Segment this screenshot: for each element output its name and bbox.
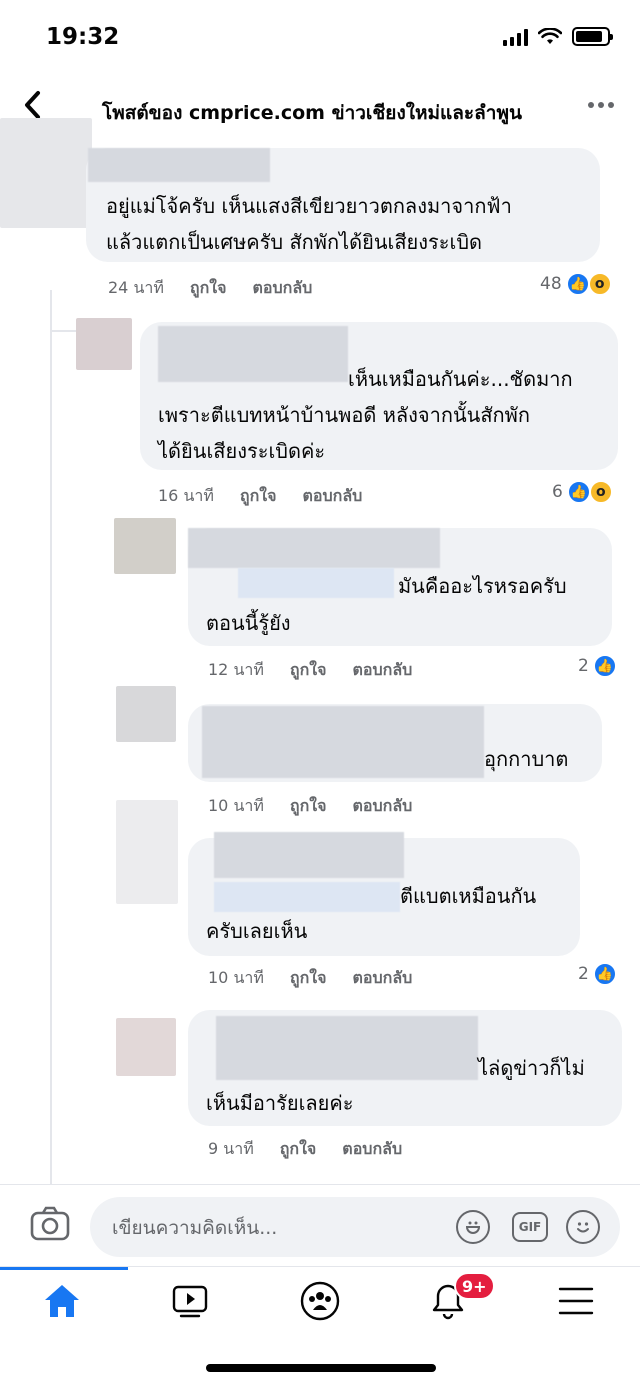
comment-input[interactable]: เขียนความคิดเห็น... GIF <box>90 1197 620 1257</box>
like-button[interactable]: ถูกใจ <box>190 276 227 301</box>
bottom-tab-bar <box>0 1266 640 1336</box>
camera-button[interactable] <box>30 1205 70 1241</box>
home-indicator <box>206 1364 436 1372</box>
page-title: โพสต์ของ cmprice.com ข่าวเชียงใหม่และลำพ… <box>102 102 522 124</box>
comment-text: เห็นมีอารัยเลยค่ะ <box>206 1091 354 1115</box>
avatar[interactable] <box>76 318 132 370</box>
comment-meta: 9 นาที ถูกใจ ตอบกลับ <box>208 1137 402 1162</box>
comment-text: อุกกาบาต <box>484 747 569 771</box>
more-options-button[interactable] <box>586 90 616 127</box>
comment-text: ได้ยินเสียงระเบิดค่ะ <box>158 439 326 463</box>
comment-composer: เขียนความคิดเห็น... GIF <box>0 1184 640 1268</box>
comment-meta: 16 นาที ถูกใจ ตอบกลับ <box>158 484 362 509</box>
redacted-name <box>214 832 404 878</box>
reaction-summary[interactable]: 6 👍 o <box>552 480 613 504</box>
like-reaction-icon: 👍 <box>592 962 617 986</box>
reaction-count: 2 <box>578 656 589 676</box>
comment-time: 10 นาที <box>208 796 264 815</box>
comment-time: 16 นาที <box>158 486 214 505</box>
sticker-button[interactable] <box>456 1210 490 1244</box>
comment-text: แล้วแตกเป็นเศษครับ สักพักได้ยินเสียงระเบ… <box>106 230 483 254</box>
reaction-summary[interactable]: 48 👍 o <box>540 272 612 296</box>
redacted-tag <box>238 568 394 598</box>
camera-icon <box>30 1206 70 1241</box>
comment-text: ตีแบตเหมือนกัน <box>400 884 537 908</box>
wifi-icon <box>538 27 562 44</box>
tab-menu[interactable] <box>556 1281 596 1321</box>
emoji-button[interactable] <box>566 1210 600 1244</box>
reaction-count: 2 <box>578 964 589 984</box>
comment-time: 9 นาที <box>208 1139 254 1158</box>
reply-button[interactable]: ตอบกลับ <box>252 276 312 301</box>
avatar[interactable] <box>116 1018 176 1076</box>
redacted-tag <box>214 882 400 912</box>
wow-reaction-icon: o <box>588 480 613 504</box>
gif-button[interactable]: GIF <box>512 1212 548 1242</box>
comment-text: เพราะตีแบทหน้าบ้านพอดี หลังจากนั้นสักพัก <box>158 403 530 427</box>
active-tab-indicator <box>0 1267 128 1270</box>
sticker-icon <box>465 1221 481 1234</box>
status-bar: 19:32 <box>0 0 640 80</box>
chevron-left-icon <box>25 91 40 119</box>
reply-button[interactable]: ตอบกลับ <box>352 658 412 683</box>
avatar[interactable] <box>114 518 176 574</box>
like-reaction-icon: 👍 <box>565 272 590 296</box>
reaction-summary[interactable]: 2 👍 <box>578 654 617 678</box>
like-button[interactable]: ถูกใจ <box>290 794 327 819</box>
like-button[interactable]: ถูกใจ <box>280 1137 317 1162</box>
redacted-name <box>158 326 348 382</box>
comment-time: 10 นาที <box>208 968 264 987</box>
reply-button[interactable]: ตอบกลับ <box>352 966 412 991</box>
like-reaction-icon: 👍 <box>592 654 617 678</box>
more-dots-icon <box>588 102 614 108</box>
reaction-summary[interactable]: 2 👍 <box>578 962 617 986</box>
redacted-name <box>88 148 270 182</box>
home-icon <box>45 1285 79 1317</box>
reply-button[interactable]: ตอบกลับ <box>342 1137 402 1162</box>
tab-home[interactable] <box>42 1281 82 1321</box>
wow-reaction-icon: o <box>587 272 612 296</box>
comment-meta: 24 นาที ถูกใจ ตอบกลับ <box>108 276 312 301</box>
emoji-icon <box>577 1222 589 1233</box>
comment-meta: 12 นาที ถูกใจ ตอบกลับ <box>208 658 412 683</box>
comment-meta: 10 นาที ถูกใจ ตอบกลับ <box>208 794 412 819</box>
comment-placeholder: เขียนความคิดเห็น... <box>112 1217 278 1239</box>
reply-button[interactable]: ตอบกลับ <box>302 484 362 509</box>
thread-line <box>50 290 52 1190</box>
signal-icon <box>503 28 528 46</box>
comment-text: ไล่ดูข่าวก็ไม่ <box>478 1056 585 1080</box>
tab-groups[interactable] <box>300 1281 340 1321</box>
redacted-name <box>188 528 440 568</box>
comment-text: ตอนนี้รู้ยัง <box>206 611 291 635</box>
battery-icon <box>572 27 613 46</box>
comment-text: ครับเลยเห็น <box>206 919 308 943</box>
redacted-name <box>216 1016 478 1080</box>
redacted-name <box>202 706 484 778</box>
comment-text: มันคืออะไรหรอครับ <box>398 574 567 598</box>
comment-time: 24 นาที <box>108 278 164 297</box>
tab-watch[interactable] <box>170 1281 210 1321</box>
comment-time: 12 นาที <box>208 660 264 679</box>
comment-text: อยู่แม่โจ้ครับ เห็นแสงสีเขียวยาวตกลงมาจา… <box>106 194 512 218</box>
watch-icon <box>172 1285 208 1318</box>
reply-button[interactable]: ตอบกลับ <box>352 794 412 819</box>
notification-badge: 9+ <box>454 1272 495 1300</box>
avatar[interactable] <box>0 118 92 228</box>
status-time: 19:32 <box>46 24 120 50</box>
like-button[interactable]: ถูกใจ <box>290 966 327 991</box>
menu-icon <box>558 1287 594 1315</box>
like-reaction-icon: 👍 <box>566 480 591 504</box>
comment-text: เห็นเหมือนกันค่ะ...ชัดมาก <box>348 367 573 391</box>
reaction-count: 6 <box>552 482 563 502</box>
post-header: โพสต์ของ cmprice.com ข่าวเชียงใหม่และลำพ… <box>0 84 640 136</box>
like-button[interactable]: ถูกใจ <box>240 484 277 509</box>
avatar[interactable] <box>116 686 176 742</box>
thread-branch <box>50 330 76 332</box>
like-button[interactable]: ถูกใจ <box>290 658 327 683</box>
status-icons <box>503 27 613 46</box>
comment-meta: 10 นาที ถูกใจ ตอบกลับ <box>208 966 412 991</box>
groups-icon <box>300 1281 340 1321</box>
avatar[interactable] <box>116 800 178 904</box>
reaction-count: 48 <box>540 274 562 294</box>
